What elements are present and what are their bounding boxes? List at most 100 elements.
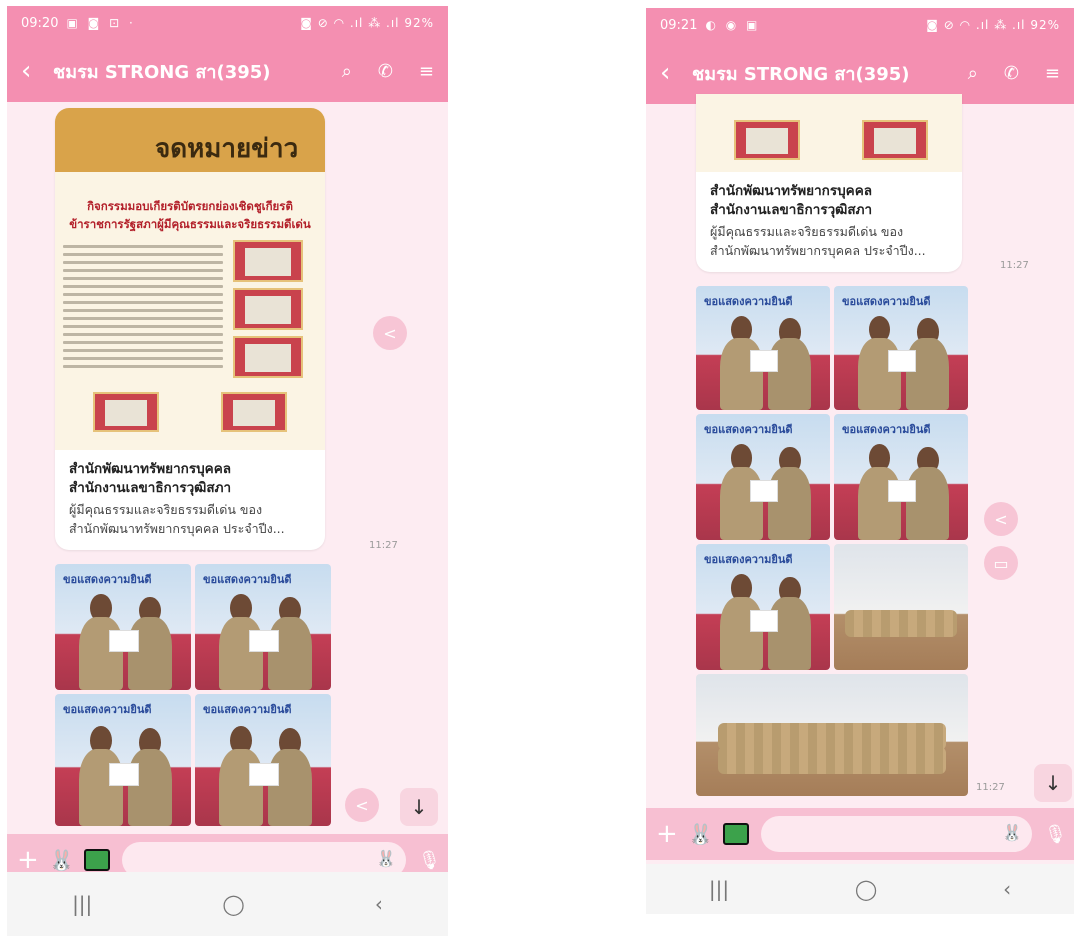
photo-thumbnail[interactable]: ขอแสดงความยินดี xyxy=(696,544,830,670)
photo-caption: ขอแสดงความยินดี xyxy=(704,295,793,308)
image-gallery-icon[interactable] xyxy=(83,849,110,871)
message-input-bar: + 🐰 🐰 🎙 xyxy=(646,808,1074,860)
emoji-icon[interactable]: 🐰 xyxy=(376,849,396,868)
photo-caption: ขอแสดงความยินดี xyxy=(704,423,793,436)
home-icon[interactable]: ◯ xyxy=(222,892,244,916)
menu-icon[interactable]: ≡ xyxy=(1045,63,1060,84)
message-list[interactable]: สำนักพัฒนาทรัพยากรบุคคล สำนักงานเลขาธิกา… xyxy=(646,94,1074,914)
message-list[interactable]: จดหมายข่าว กิจกรรมมอบเกียรติบัตรยกย่องเช… xyxy=(7,102,448,936)
poster-body-text xyxy=(63,240,223,373)
sticker-icon[interactable]: 🐰 xyxy=(49,848,74,872)
chat-title: ชมรม STRONG สา(395) xyxy=(53,61,271,83)
poster-photo xyxy=(93,392,159,432)
phone-call-icon[interactable]: ✆ xyxy=(1004,63,1019,84)
poster-banner: จดหมายข่าว xyxy=(55,108,325,172)
photo-caption: ขอแสดงความยินดี xyxy=(203,573,292,586)
photo-thumbnail[interactable]: ขอแสดงความยินดี xyxy=(195,564,331,690)
save-icon[interactable]: ▭ xyxy=(984,546,1018,580)
plus-icon[interactable]: + xyxy=(17,845,43,875)
newsletter-poster-image[interactable] xyxy=(696,94,962,172)
microphone-icon[interactable]: 🎙 xyxy=(418,850,441,871)
message-timestamp: 11:27 xyxy=(976,782,1005,793)
system-icons: ◙ ⊘ ◠ .ıl ⁂ .ıl 92% xyxy=(926,18,1060,32)
back-arrow-icon[interactable]: ‹ xyxy=(660,58,686,88)
share-icon[interactable]: < xyxy=(345,788,379,822)
scroll-down-button[interactable]: ↓ xyxy=(1034,764,1072,802)
card-description-line2: สำนักพัฒนาทรัพยากรบุคคล ประจำปีง... xyxy=(69,521,285,536)
plus-icon[interactable]: + xyxy=(656,819,682,849)
image-gallery-icon[interactable] xyxy=(722,823,749,845)
home-icon[interactable]: ◯ xyxy=(855,877,877,901)
photo-thumbnail[interactable]: ขอแสดงความยินดี xyxy=(696,414,830,540)
photo-thumbnail[interactable]: ขอแสดงความยินดี xyxy=(195,694,331,826)
signal-icons: ◙ ⊘ ◠ .ıl ⁂ .ıl xyxy=(926,18,1026,32)
chat-title: ชมรม STRONG สา(395) xyxy=(692,63,910,85)
group-photo-thumbnail[interactable] xyxy=(696,674,968,796)
photo-thumbnail[interactable]: ขอแสดงความยินดี xyxy=(696,286,830,410)
status-bar: 09:20 ▣ ◙ ⊡ · ◙ ⊘ ◠ .ıl ⁂ .ıl 92% xyxy=(7,6,448,40)
photo-caption: ขอแสดงความยินดี xyxy=(63,703,152,716)
share-icon[interactable]: < xyxy=(984,502,1018,536)
sticker-icon[interactable]: 🐰 xyxy=(688,822,713,846)
battery-level: 92% xyxy=(1030,18,1060,32)
system-nav-bar: ||| ◯ ‹ xyxy=(7,872,448,936)
system-nav-bar: ||| ◯ ‹ xyxy=(646,864,1074,914)
photo-caption: ขอแสดงความยินดี xyxy=(704,553,793,566)
card-description-line2: สำนักพัฒนาทรัพยากรบุคคล ประจำปีง... xyxy=(710,243,926,258)
poster-photo xyxy=(734,120,800,160)
scroll-down-button[interactable]: ↓ xyxy=(400,788,438,826)
card-text: สำนักพัฒนาทรัพยากรบุคคล สำนักงานเลขาธิกา… xyxy=(69,460,315,538)
card-description-line1: ผู้มีคุณธรรมและจริยธรรมดีเด่น ของ xyxy=(69,502,263,517)
newsletter-card[interactable]: จดหมายข่าว กิจกรรมมอบเกียรติบัตรยกย่องเช… xyxy=(55,108,325,550)
notification-icons: ◐ ◉ ▣ xyxy=(705,18,761,32)
card-title-line1: สำนักพัฒนาทรัพยากรบุคคล xyxy=(69,461,231,477)
status-time: 09:20 xyxy=(21,15,59,31)
emoji-icon[interactable]: 🐰 xyxy=(1002,823,1022,842)
photo-thumbnail[interactable]: ขอแสดงความยินดี xyxy=(55,564,191,690)
status-time: 09:21 xyxy=(660,17,698,33)
battery-level: 92% xyxy=(404,16,434,30)
poster-photo xyxy=(233,288,303,330)
back-arrow-icon[interactable]: ‹ xyxy=(21,56,47,86)
poster-title-1: กิจกรรมมอบเกียรติบัตรยกย่องเชิดชูเกียรติ xyxy=(87,199,293,213)
chat-screen-right: 09:21 ◐ ◉ ▣ ◙ ⊘ ◠ .ıl ⁂ .ıl 92% ‹ ชมรม S… xyxy=(646,8,1074,914)
card-title-line2: สำนักงานเลขาธิการวุฒิสภา xyxy=(69,480,232,496)
poster-name: จดหมายข่าว xyxy=(155,134,299,164)
newsletter-card[interactable]: สำนักพัฒนาทรัพยากรบุคคล สำนักงานเลขาธิกา… xyxy=(696,94,962,272)
microphone-icon[interactable]: 🎙 xyxy=(1044,824,1067,845)
card-text: สำนักพัฒนาทรัพยากรบุคคล สำนักงานเลขาธิกา… xyxy=(710,182,952,260)
poster-photo xyxy=(233,336,303,378)
photo-thumbnail[interactable]: ขอแสดงความยินดี xyxy=(834,414,968,540)
card-title-line1: สำนักพัฒนาทรัพยากรบุคคล xyxy=(710,183,872,199)
search-icon[interactable]: ⌕ xyxy=(968,63,978,84)
poster-title-2: ข้าราชการรัฐสภาผู้มีคุณธรรมและจริยธรรมดี… xyxy=(69,217,311,231)
poster-photo xyxy=(233,240,303,282)
card-description-line1: ผู้มีคุณธรรมและจริยธรรมดีเด่น ของ xyxy=(710,224,904,239)
photo-thumbnail[interactable]: ขอแสดงความยินดี xyxy=(55,694,191,826)
photo-caption: ขอแสดงความยินดี xyxy=(63,573,152,586)
share-icon[interactable]: < xyxy=(373,316,407,350)
poster-photo xyxy=(862,120,928,160)
photo-thumbnail[interactable]: ขอแสดงความยินดี xyxy=(834,286,968,410)
photo-caption: ขอแสดงความยินดี xyxy=(842,423,931,436)
system-icons: ◙ ⊘ ◠ .ıl ⁂ .ıl 92% xyxy=(300,16,434,30)
search-icon[interactable]: ⌕ xyxy=(342,61,352,82)
photo-thumbnail[interactable] xyxy=(834,544,968,670)
message-timestamp: 11:27 xyxy=(369,540,398,551)
phone-call-icon[interactable]: ✆ xyxy=(378,61,393,82)
recent-apps-icon[interactable]: ||| xyxy=(709,877,729,901)
poster-photo xyxy=(221,392,287,432)
message-timestamp: 11:27 xyxy=(1000,260,1029,271)
card-title-line2: สำนักงานเลขาธิการวุฒิสภา xyxy=(710,202,873,218)
menu-icon[interactable]: ≡ xyxy=(419,61,434,82)
message-input[interactable]: 🐰 xyxy=(760,816,1032,852)
notification-icons: ▣ ◙ ⊡ · xyxy=(66,16,136,30)
photo-caption: ขอแสดงความยินดี xyxy=(842,295,931,308)
nav-back-icon[interactable]: ‹ xyxy=(375,892,383,916)
nav-back-icon[interactable]: ‹ xyxy=(1003,877,1011,901)
photo-caption: ขอแสดงความยินดี xyxy=(203,703,292,716)
status-bar: 09:21 ◐ ◉ ▣ ◙ ⊘ ◠ .ıl ⁂ .ıl 92% xyxy=(646,8,1074,42)
signal-icons: ◙ ⊘ ◠ .ıl ⁂ .ıl xyxy=(300,16,400,30)
recent-apps-icon[interactable]: ||| xyxy=(72,892,92,916)
newsletter-poster-image[interactable]: จดหมายข่าว กิจกรรมมอบเกียรติบัตรยกย่องเช… xyxy=(55,108,325,450)
